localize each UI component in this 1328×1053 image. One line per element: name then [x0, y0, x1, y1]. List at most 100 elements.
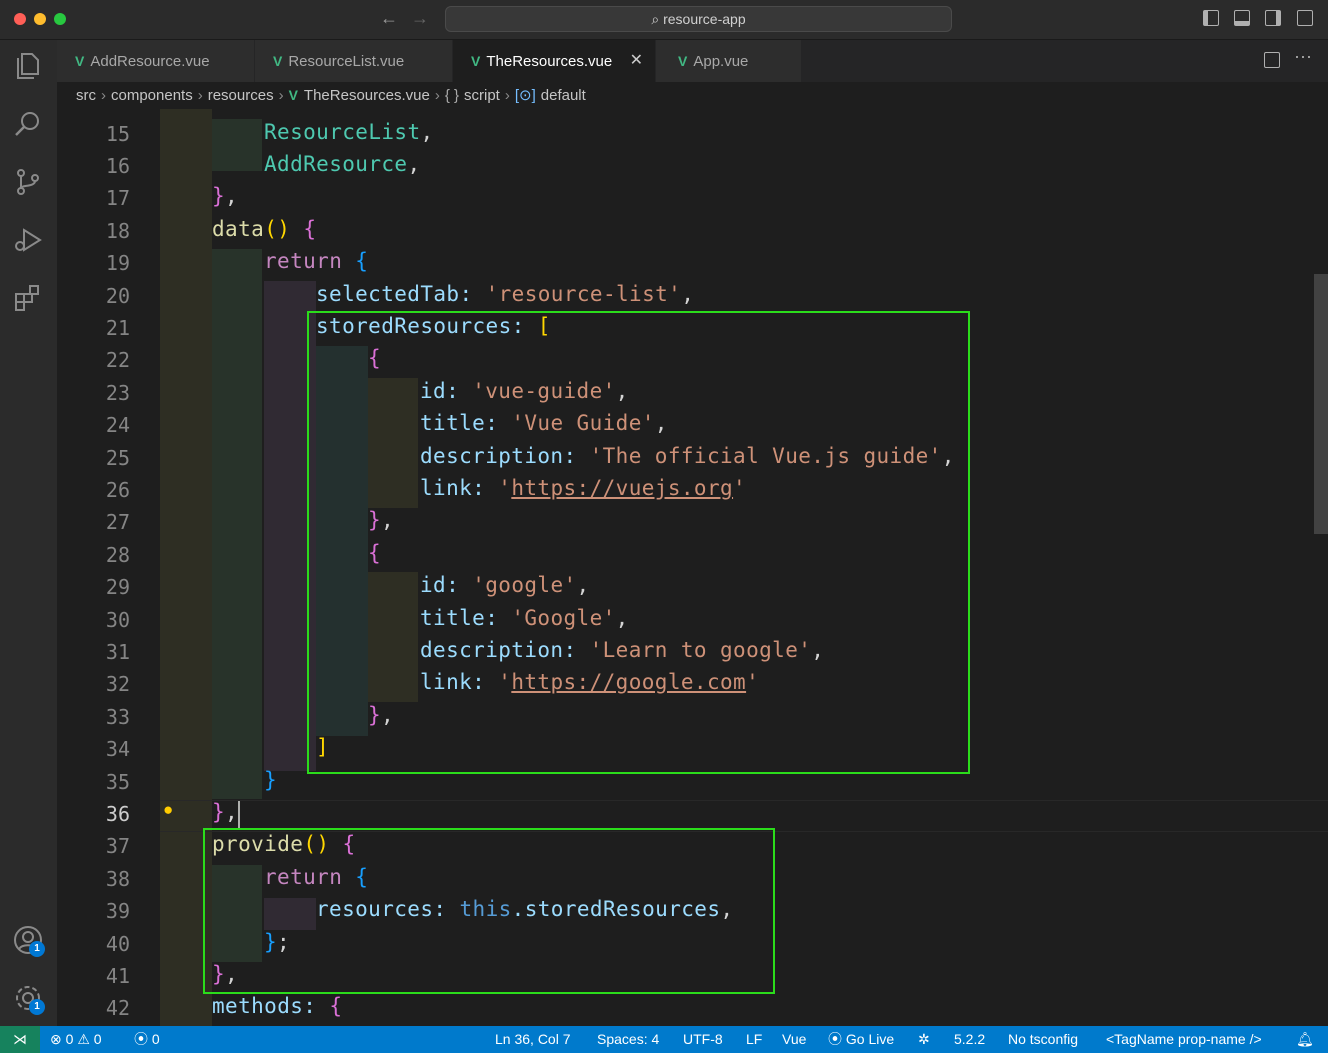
title-bar: ← → ⌕ resource-app: [0, 0, 1328, 40]
tag-name-casing[interactable]: <TagName prop-name />: [1106, 1026, 1262, 1053]
chevron-right-icon: ›: [278, 87, 284, 104]
line-number: 38: [105, 867, 130, 891]
ts-version[interactable]: 5.2.2: [954, 1026, 985, 1053]
go-live-icon: ⦿: [828, 1031, 846, 1047]
line-number: 18: [105, 219, 130, 243]
line-number: 41: [105, 964, 130, 988]
source-control-icon[interactable]: [12, 166, 44, 198]
end-of-line[interactable]: LF: [746, 1026, 762, 1053]
breadcrumb-file[interactable]: TheResources.vue: [304, 87, 430, 104]
cursor-position[interactable]: Ln 36, Col 7: [495, 1026, 571, 1053]
line-number: 19: [105, 251, 130, 275]
breadcrumb-resources[interactable]: resources: [208, 87, 274, 104]
line-number: 15: [105, 122, 130, 146]
broadcast-icon: ⦿: [134, 1031, 152, 1047]
line-number-current: 36: [105, 802, 130, 826]
line-number: 16: [105, 154, 130, 178]
error-icon: ⊗: [50, 1031, 66, 1047]
accounts-badge: 1: [29, 941, 45, 957]
search-icon[interactable]: [12, 108, 44, 140]
line-number: 27: [105, 510, 130, 534]
breadcrumb-src[interactable]: src: [76, 87, 96, 104]
code-line: selectedTab: 'resource-list',: [316, 282, 695, 306]
problems-indicator[interactable]: ⊗ 0 ⚠ 0: [50, 1026, 102, 1053]
command-center[interactable]: ⌕ resource-app: [445, 6, 952, 32]
remote-indicator[interactable]: ⋊: [0, 1026, 40, 1053]
ports-indicator[interactable]: ⦿ 0: [134, 1026, 160, 1053]
warning-icon: ⚠: [77, 1031, 94, 1047]
code-editor[interactable]: 15 16 17 18 19 20 21 22 23 24 25 26 27 2…: [57, 109, 1328, 1026]
line-number: 32: [105, 672, 130, 696]
line-number: 25: [105, 446, 130, 470]
line-number: 17: [105, 186, 130, 210]
chevron-right-icon: ›: [197, 87, 203, 104]
settings-badge: 1: [29, 999, 45, 1015]
close-window-button[interactable]: [14, 13, 26, 25]
code-line: },: [212, 800, 239, 824]
vue-file-icon: V: [75, 53, 85, 69]
split-editor-icon[interactable]: [1264, 52, 1280, 68]
tab-theresources[interactable]: V TheResources.vue ✕: [453, 40, 656, 82]
line-number: 31: [105, 640, 130, 664]
encoding[interactable]: UTF-8: [683, 1026, 723, 1053]
toggle-panel-icon[interactable]: [1234, 10, 1250, 26]
close-tab-icon[interactable]: ✕: [630, 40, 643, 82]
breadcrumb-script[interactable]: script: [464, 87, 500, 104]
code-line: }: [264, 768, 278, 792]
tab-resourcelist[interactable]: V ResourceList.vue: [255, 40, 453, 82]
line-number: 26: [105, 478, 130, 502]
tab-app[interactable]: V App.vue: [656, 40, 802, 82]
lightbulb-icon[interactable]: ●: [163, 800, 173, 820]
customize-layout-icon[interactable]: [1297, 10, 1313, 26]
line-number: 22: [105, 348, 130, 372]
line-number: 34: [105, 737, 130, 761]
line-number: 21: [105, 316, 130, 340]
vue-settings-icon[interactable]: ✲: [918, 1026, 930, 1053]
code-line: ResourceList,: [264, 120, 434, 144]
language-mode[interactable]: Vue: [782, 1026, 806, 1053]
search-icon: ⌕: [651, 11, 664, 27]
indent-guide: [212, 119, 262, 171]
line-number: 24: [105, 413, 130, 437]
line-number: 28: [105, 543, 130, 567]
vue-file-icon: V: [471, 53, 481, 69]
explorer-icon[interactable]: [12, 50, 44, 82]
breadcrumb-default[interactable]: default: [541, 87, 586, 104]
indent-guide: [212, 249, 262, 799]
notifications-bell-icon[interactable]: 🔔︎: [1296, 1026, 1314, 1053]
more-actions-icon[interactable]: ···: [1294, 46, 1312, 67]
vue-file-icon: V: [273, 53, 283, 69]
stored-resources-highlight: [307, 311, 970, 774]
chevron-right-icon: ›: [434, 87, 440, 104]
back-arrow-icon[interactable]: ←: [380, 8, 398, 29]
chevron-right-icon: ›: [504, 87, 510, 104]
vertical-scrollbar-thumb[interactable]: [1314, 274, 1328, 534]
line-number: 37: [105, 834, 130, 858]
line-number: 40: [105, 932, 130, 956]
chevron-right-icon: ›: [101, 87, 106, 104]
remote-icon: ⋊: [13, 1031, 27, 1047]
zoom-window-button[interactable]: [54, 13, 66, 25]
editor-tabs: V AddResource.vue V ResourceList.vue V TheR…: [57, 40, 1328, 82]
minimize-window-button[interactable]: [34, 13, 46, 25]
breadcrumb: src › components › resources › V TheResources.v…: [57, 82, 1328, 109]
tab-addresource[interactable]: V AddResource.vue: [57, 40, 255, 82]
code-line: AddResource,: [264, 152, 421, 176]
breadcrumb-components[interactable]: components: [111, 87, 193, 104]
indentation[interactable]: Spaces: 4: [597, 1026, 659, 1053]
line-number: 30: [105, 608, 130, 632]
code-line: return {: [264, 249, 369, 273]
vue-file-icon: V: [288, 87, 298, 103]
toggle-primary-sidebar-icon[interactable]: [1203, 10, 1219, 26]
code-line: data() {: [212, 217, 317, 241]
code-line: },: [212, 184, 239, 208]
tsconfig-status[interactable]: No tsconfig: [1008, 1026, 1078, 1053]
text-cursor: [238, 801, 240, 828]
go-live-button[interactable]: ⦿ Go Live: [828, 1026, 894, 1053]
extensions-icon[interactable]: [12, 282, 44, 314]
activity-bar: 1 1: [0, 40, 57, 1026]
vue-file-icon: V: [678, 53, 688, 69]
forward-arrow-icon[interactable]: →: [411, 8, 429, 29]
toggle-secondary-sidebar-icon[interactable]: [1265, 10, 1281, 26]
run-debug-icon[interactable]: [12, 224, 44, 256]
